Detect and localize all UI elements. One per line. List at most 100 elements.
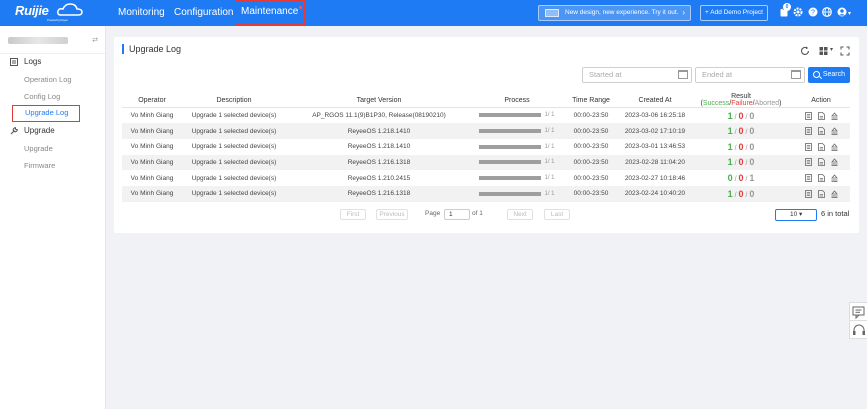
progress-bar-fill	[479, 128, 542, 133]
col-header-result: Result (Success/Failure/Aborted)	[690, 93, 792, 108]
cell-created-at: 2023-03-02 17:10:19	[620, 123, 690, 139]
progress-bar	[479, 144, 542, 149]
upgrade-retry-icon[interactable]	[830, 111, 838, 120]
cell-time-range: 00:00-23:50	[562, 154, 620, 171]
upgrade-retry-icon[interactable]	[830, 174, 838, 182]
cell-result: 1 / 0 / 0	[690, 123, 792, 139]
gear-icon[interactable]	[793, 7, 803, 17]
details-icon[interactable]	[804, 158, 812, 167]
upgrade-retry-icon[interactable]	[830, 158, 838, 167]
cell-action	[792, 185, 850, 202]
end-date-placeholder: Ended at	[702, 70, 733, 79]
refresh-icon[interactable]	[800, 46, 810, 56]
log-file-icon[interactable]	[817, 111, 825, 120]
result-aborted: 0	[749, 110, 755, 121]
col-header-target-version: Target Version	[286, 93, 472, 108]
headset-icon	[853, 324, 865, 335]
help-icon[interactable]: ?	[808, 7, 818, 17]
page-label: Page	[425, 210, 441, 217]
new-dot-icon	[299, 6, 303, 9]
add-demo-project-button[interactable]: + Add Demo Project	[700, 5, 768, 21]
chevron-right-icon: ›	[682, 8, 685, 17]
upgrade-retry-icon[interactable]	[830, 127, 838, 135]
column-menu-chevron-icon[interactable]: ▾	[830, 46, 833, 53]
feedback-button[interactable]	[849, 302, 867, 321]
calendar-icon	[678, 70, 688, 79]
nav-configuration[interactable]: Configuration	[174, 0, 233, 26]
sidebar-group-upgrade[interactable]: Upgrade	[10, 126, 55, 135]
log-file-icon[interactable]	[817, 174, 825, 182]
sidebar-item-firmware[interactable]: Firmware	[24, 161, 55, 170]
table-row: Vo Minh Giang Upgrade 1 selected device(s…	[122, 123, 850, 139]
upgrade-retry-icon[interactable]	[830, 143, 838, 151]
next-page-button[interactable]: Next	[507, 209, 533, 220]
progress-fraction: 1/ 1	[544, 190, 555, 197]
sidebar-item-operation-log[interactable]: Operation Log	[24, 75, 72, 84]
page-size-select[interactable]: 10 ▾	[775, 209, 817, 221]
cell-description: Upgrade 1 selected device(s)	[191, 174, 277, 182]
col-header-action: Action	[792, 93, 850, 108]
page-number-input[interactable]: 1	[444, 209, 470, 220]
table-row: Vo Minh Giang Upgrade 1 selected device(s…	[122, 154, 850, 171]
cell-target-version: ReyeeOS 1.216.1318	[286, 185, 472, 202]
cell-description: Upgrade 1 selected device(s)	[182, 154, 286, 171]
last-page-button[interactable]: Last	[544, 209, 570, 220]
progress-fraction: 1/ 1	[544, 159, 555, 166]
cell-process: 1/ 1	[472, 170, 562, 186]
fullscreen-icon[interactable]	[840, 46, 850, 56]
page-count-label: of 1	[472, 210, 483, 217]
upgrade-retry-icon[interactable]	[830, 190, 838, 198]
nav-monitoring[interactable]: Monitoring	[118, 0, 165, 26]
grid-view-icon[interactable]	[819, 46, 829, 56]
support-button[interactable]	[849, 320, 867, 339]
sidebar-item-config-log[interactable]: Config Log	[24, 92, 60, 101]
account-selector[interactable]: ⇄	[8, 35, 98, 47]
cell-process: 1/ 1	[472, 185, 562, 202]
nav-maintenance-label: Maintenance	[241, 6, 299, 17]
cell-result: 1 / 0 / 0	[727, 141, 755, 152]
table-row: Vo Minh Giang Upgrade 1 selected device(s…	[122, 170, 850, 186]
search-icon	[813, 71, 820, 78]
cell-result: 0 / 0 / 1	[727, 173, 755, 184]
globe-icon[interactable]	[822, 7, 832, 17]
nav-maintenance[interactable]: Maintenance	[235, 0, 305, 25]
user-menu-chevron-icon[interactable]: ▾	[848, 10, 851, 17]
progress-bar	[479, 128, 542, 133]
first-page-button[interactable]: First	[340, 209, 366, 220]
details-icon[interactable]	[804, 189, 812, 198]
result-aborted: 0	[749, 157, 755, 168]
cell-time-range: 00:00-23:50	[573, 174, 609, 182]
progress-bar-fill	[479, 113, 542, 118]
end-date-input[interactable]: Ended at	[695, 67, 805, 83]
details-icon[interactable]	[804, 127, 812, 135]
chevron-down-icon: ▾	[799, 211, 803, 218]
calendar-icon	[791, 70, 801, 79]
cell-time-range: 00:00-23:50	[573, 112, 609, 120]
cell-created-at: 2023-03-06 16:25:18	[624, 112, 686, 120]
log-file-icon[interactable]	[817, 127, 825, 135]
sidebar-group-upgrade-label: Upgrade	[24, 126, 55, 135]
cell-operator: Vo Minh Giang	[130, 112, 174, 120]
progress-fraction: 1/ 1	[544, 143, 555, 150]
log-file-icon[interactable]	[817, 189, 825, 198]
sidebar-group-logs[interactable]: Logs	[10, 57, 41, 66]
details-icon[interactable]	[804, 142, 812, 151]
previous-page-button[interactable]: Previous	[376, 209, 408, 220]
user-avatar-icon[interactable]	[837, 7, 847, 17]
sidebar-item-upgrade[interactable]: Upgrade	[24, 144, 53, 153]
start-date-input[interactable]: Started at	[582, 67, 692, 83]
new-design-banner[interactable]: New design, new experience. Try it out. …	[538, 5, 691, 21]
cell-action	[792, 123, 850, 139]
notification-badge: 0	[783, 3, 791, 11]
search-button[interactable]: Search	[808, 67, 850, 83]
ruijie-logo[interactable]: Ruijie Powered by Reyee	[15, 3, 83, 23]
cell-description: Upgrade 1 selected device(s)	[191, 112, 277, 120]
cell-target-version: AP_RGOS 11.1(9)B1P30, Release(08190210)	[312, 112, 446, 120]
sidebar-item-upgrade-log[interactable]: Upgrade Log	[12, 105, 80, 122]
log-file-icon[interactable]	[817, 142, 825, 151]
col-header-description: Description	[182, 93, 286, 108]
progress-fraction: 1/ 1	[544, 174, 555, 181]
details-icon[interactable]	[804, 174, 812, 182]
details-icon[interactable]	[804, 111, 812, 120]
log-file-icon[interactable]	[817, 158, 825, 167]
